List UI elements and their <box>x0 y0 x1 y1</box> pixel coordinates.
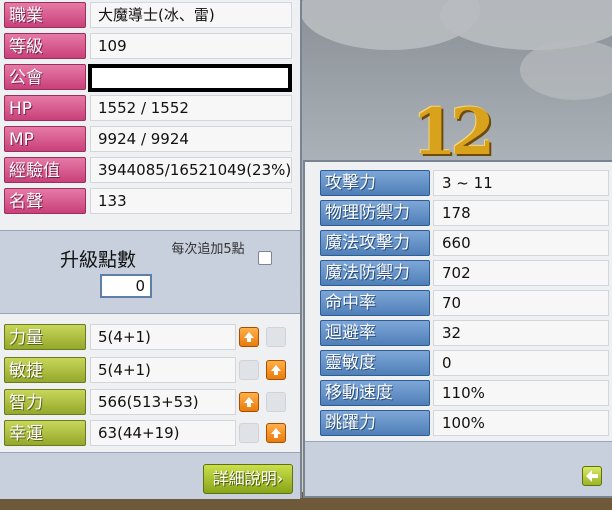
magic-att-value: 660 <box>433 230 609 256</box>
int-value: 566(513+53) <box>90 389 236 415</box>
avoid-value: 32 <box>433 320 609 346</box>
auto-add-label: 每次追加5點 <box>171 242 245 257</box>
detail-row-accuracy: 命中率 70 <box>313 288 609 318</box>
hp-value: 1552 / 1552 <box>90 95 292 121</box>
detail-row-attack: 攻擊力 3 ~ 11 <box>313 168 609 198</box>
luk-plus-button[interactable] <box>266 423 286 443</box>
arrow-up-icon <box>271 365 281 375</box>
mp-value: 9924 / 9924 <box>90 126 292 152</box>
attack-label: 攻擊力 <box>320 170 430 196</box>
arrow-up-icon <box>271 428 281 438</box>
stat-row-fame: 名聲 133 <box>0 186 300 216</box>
detail-panel-footer <box>305 441 612 496</box>
exp-label: 經驗值 <box>4 157 86 183</box>
detail-stat-window: 攻擊力 3 ~ 11 物理防禦力 178 魔法攻擊力 660 魔法防禦力 702… <box>303 160 612 498</box>
detail-row-avoid: 迴避率 32 <box>313 318 609 348</box>
detail-row-speed: 移動速度 110% <box>313 378 609 408</box>
int-plus-button[interactable] <box>239 392 259 412</box>
speed-value: 110% <box>433 380 609 406</box>
exp-value: 3944085/16521049(23%) <box>90 157 292 183</box>
guild-label: 公會 <box>4 64 86 90</box>
character-stat-window: 職業 大魔導士(冰、雷) 等級 109 公會 HP 1552 / 1552 MP… <box>0 0 302 499</box>
phys-def-value: 178 <box>433 200 609 226</box>
hands-label: 靈敏度 <box>320 350 430 376</box>
fame-label: 名聲 <box>4 188 86 214</box>
ability-point-section: 升級點數 <box>0 230 300 314</box>
luk-label: 幸運 <box>4 420 86 446</box>
magic-def-value: 702 <box>433 260 609 286</box>
fame-value: 133 <box>90 188 292 214</box>
speed-label: 移動速度 <box>320 380 430 406</box>
level-badge-decoration: 12 <box>412 95 495 170</box>
arrow-up-icon <box>244 397 254 407</box>
hands-value: 0 <box>433 350 609 376</box>
stat-row-exp: 經驗值 3944085/16521049(23%) <box>0 155 300 185</box>
detail-row-jump: 跳躍力 100% <box>313 408 609 438</box>
str-label: 力量 <box>4 324 86 350</box>
slot-blank <box>239 360 259 380</box>
dex-label: 敏捷 <box>4 357 86 383</box>
jump-label: 跳躍力 <box>320 410 430 436</box>
ability-point-value: 0 <box>100 274 152 298</box>
slot-blank <box>266 327 286 347</box>
attack-value: 3 ~ 11 <box>433 170 609 196</box>
job-value: 大魔導士(冰、雷) <box>90 2 292 28</box>
phys-def-label: 物理防禦力 <box>320 200 430 226</box>
slot-blank <box>239 423 259 443</box>
stat-row-hp: HP 1552 / 1552 <box>0 93 300 123</box>
detail-button[interactable]: 詳細說明› <box>203 464 293 494</box>
hp-label: HP <box>4 95 86 121</box>
stat-row-mp: MP 9924 / 9924 <box>0 124 300 154</box>
mp-label: MP <box>4 126 86 152</box>
detail-row-phys-def: 物理防禦力 178 <box>313 198 609 228</box>
stat-row-job: 職業 大魔導士(冰、雷) <box>0 0 300 30</box>
ability-point-title: 升級點數 <box>60 249 137 271</box>
level-label: 等級 <box>4 33 86 59</box>
luk-value: 63(44+19) <box>90 420 236 446</box>
level-value: 109 <box>90 33 292 59</box>
dex-plus-button[interactable] <box>266 360 286 380</box>
detail-row-hands: 靈敏度 0 <box>313 348 609 378</box>
detail-row-magic-def: 魔法防禦力 702 <box>313 258 609 288</box>
magic-def-label: 魔法防禦力 <box>320 260 430 286</box>
accuracy-value: 70 <box>433 290 609 316</box>
stat-row-guild: 公會 <box>0 62 300 92</box>
arrow-left-icon <box>586 470 598 482</box>
slot-blank <box>266 392 286 412</box>
dex-value: 5(4+1) <box>90 357 236 383</box>
magic-att-label: 魔法攻擊力 <box>320 230 430 256</box>
collapse-detail-button[interactable] <box>582 466 602 486</box>
auto-add-checkbox[interactable] <box>258 251 272 265</box>
str-plus-button[interactable] <box>239 327 259 347</box>
arrow-up-icon <box>244 332 254 342</box>
cloud <box>520 40 612 100</box>
accuracy-label: 命中率 <box>320 290 430 316</box>
stat-row-level: 等級 109 <box>0 31 300 61</box>
avoid-label: 迴避率 <box>320 320 430 346</box>
job-label: 職業 <box>4 2 86 28</box>
detail-row-magic-att: 魔法攻擊力 660 <box>313 228 609 258</box>
str-value: 5(4+1) <box>90 324 236 350</box>
jump-value: 100% <box>433 410 609 436</box>
int-label: 智力 <box>4 389 86 415</box>
guild-value <box>88 64 292 92</box>
